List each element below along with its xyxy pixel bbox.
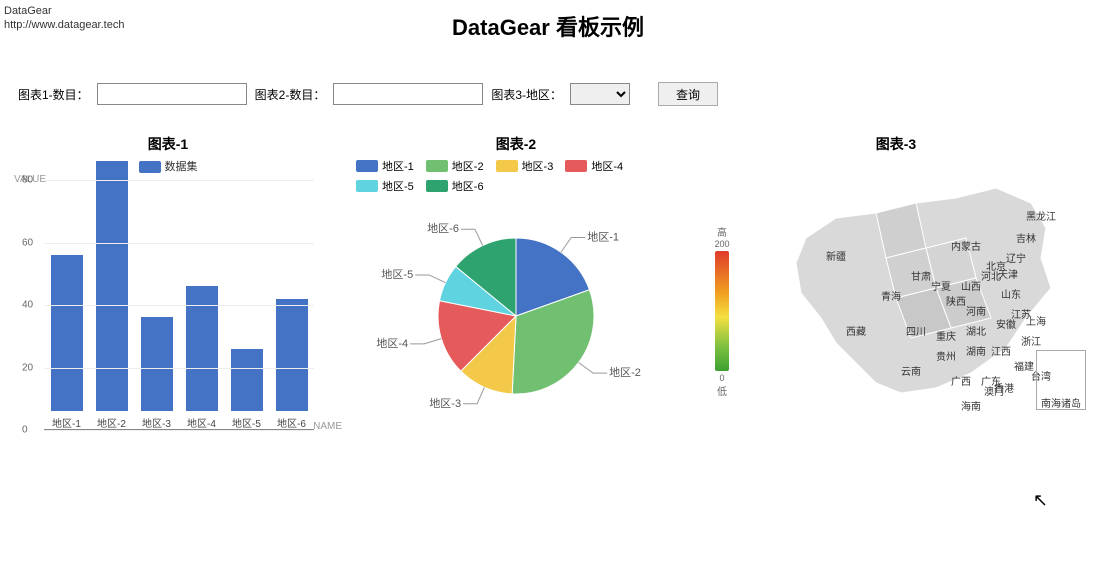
legend-label: 地区-4 xyxy=(591,158,623,174)
legend-swatch xyxy=(356,160,378,172)
legend-item[interactable]: 地区-1 xyxy=(356,158,414,174)
ytick: 20 xyxy=(22,362,33,373)
chart2-pie: 图表-2 地区-1地区-2地区-3地区-4地区-5地区-6 地区-1地区-2地区… xyxy=(346,134,686,430)
xcategory: 地区-6 xyxy=(277,415,306,430)
query-button[interactable]: 查询 xyxy=(658,82,718,106)
brand-url: http://www.datagear.tech xyxy=(4,18,124,32)
visual-map[interactable]: 高 200 0 低 xyxy=(706,224,738,398)
bar-col: 地区-2 xyxy=(94,161,130,430)
chart1-bar: 图表-1 数据集 VALUE NAME 地区-1地区-2地区-3地区-4地区-5… xyxy=(10,134,326,430)
cursor-icon: ↖ xyxy=(1033,490,1048,511)
bar-col: 地区-5 xyxy=(229,349,265,431)
legend-item[interactable]: 地区-5 xyxy=(356,178,414,194)
xcategory: 地区-1 xyxy=(52,415,81,430)
xcategory: 地区-3 xyxy=(142,415,171,430)
bar[interactable] xyxy=(276,299,308,412)
pie-label: 地区-3 xyxy=(429,397,461,410)
legend-label: 地区-3 xyxy=(522,158,554,174)
chart3-region-select[interactable] xyxy=(570,83,630,105)
brand-name: DataGear xyxy=(4,4,124,18)
chart1-count-input[interactable] xyxy=(97,83,247,105)
vm-gradient-bar[interactable] xyxy=(715,251,729,371)
chart1-legend[interactable]: 数据集 xyxy=(10,158,326,174)
legend-item[interactable]: 地区-2 xyxy=(426,158,484,174)
pie-label: 地区-5 xyxy=(381,268,413,281)
south-sea-inset[interactable]: 南海诸岛 xyxy=(1036,350,1086,410)
chart1-legend-label: 数据集 xyxy=(165,161,198,173)
legend-swatch xyxy=(426,160,448,172)
pie-label: 地区-4 xyxy=(376,337,408,350)
bar-col: 地区-4 xyxy=(184,286,220,430)
bar[interactable] xyxy=(141,317,173,411)
chart1-xlabel: NAME xyxy=(313,421,342,432)
chart2-count-input[interactable] xyxy=(333,83,483,105)
legend-item[interactable]: 地区-3 xyxy=(496,158,554,174)
chart2-legend: 地区-1 地区-2 地区-3 地区-4 地区-5 地区-6 xyxy=(346,158,686,194)
vm-low-label: 低 xyxy=(706,383,738,398)
chart3-title: 图表-3 xyxy=(706,134,1086,154)
chart1-title: 图表-1 xyxy=(10,134,326,154)
legend-item[interactable]: 地区-6 xyxy=(426,178,484,194)
chart3-plot: 高 200 0 低 黑龙江吉林辽宁内蒙古新疆青海甘肃宁夏陕西山西河北北京天津山东… xyxy=(706,158,1086,428)
chart2-title: 图表-2 xyxy=(346,134,686,154)
legend-swatch xyxy=(139,161,161,173)
chart1-plot: VALUE NAME 地区-1地区-2地区-3地区-4地区-5地区-6 0204… xyxy=(44,180,314,430)
chart3-map: 图表-3 高 200 0 低 黑龙江吉林辽宁内蒙古新疆青海甘肃宁夏陕西山西河北北… xyxy=(706,134,1086,430)
legend-label: 地区-2 xyxy=(452,158,484,174)
pie-label: 地区-6 xyxy=(427,222,459,235)
ytick: 60 xyxy=(22,237,33,248)
legend-swatch xyxy=(565,160,587,172)
page-title: DataGear 看板示例 xyxy=(0,0,1096,42)
ytick: 40 xyxy=(22,300,33,311)
pie-label: 地区-1 xyxy=(587,231,619,244)
bar-col: 地区-3 xyxy=(139,317,175,430)
legend-swatch xyxy=(426,180,448,192)
bar[interactable] xyxy=(96,161,128,411)
filter-form: 图表1-数目： 图表2-数目： 图表3-地区： 查询 xyxy=(18,82,1096,106)
vm-min: 0 xyxy=(706,373,738,383)
vm-max: 200 xyxy=(706,239,738,249)
legend-item[interactable]: 地区-4 xyxy=(565,158,623,174)
vm-high-label: 高 xyxy=(706,224,738,239)
brand-block: DataGear http://www.datagear.tech xyxy=(4,4,124,33)
chart3-region-label: 图表3-地区： xyxy=(491,86,562,103)
legend-swatch xyxy=(356,180,378,192)
china-map-shape[interactable] xyxy=(766,168,1066,408)
bar[interactable] xyxy=(51,255,83,411)
chart2-count-label: 图表2-数目： xyxy=(255,86,326,103)
legend-swatch xyxy=(496,160,518,172)
bar-col: 地区-1 xyxy=(49,255,85,430)
chart1-count-label: 图表1-数目： xyxy=(18,86,89,103)
pie-label: 地区-2 xyxy=(609,366,641,379)
south-sea-label: 南海诸岛 xyxy=(1041,399,1081,410)
bar-col: 地区-6 xyxy=(274,299,310,431)
xcategory: 地区-4 xyxy=(187,415,216,430)
legend-label: 地区-5 xyxy=(382,178,414,194)
legend-label: 地区-1 xyxy=(382,158,414,174)
xcategory: 地区-2 xyxy=(97,415,126,430)
chart2-plot: 地区-1 地区-2 地区-3 地区-4 地区-5 地区-6 xyxy=(346,198,686,428)
bar[interactable] xyxy=(231,349,263,412)
ytick: 0 xyxy=(22,425,28,436)
ytick: 80 xyxy=(22,175,33,186)
xcategory: 地区-5 xyxy=(232,415,261,430)
legend-label: 地区-6 xyxy=(452,178,484,194)
